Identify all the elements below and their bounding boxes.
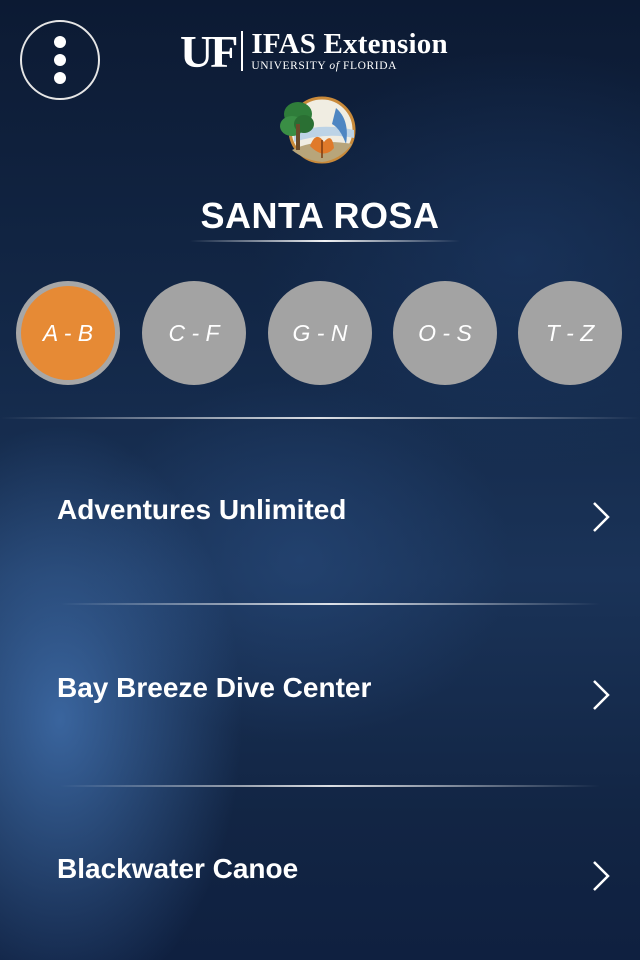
list-item-adventures-unlimited[interactable]: Adventures Unlimited — [0, 467, 640, 557]
title-underline — [190, 240, 460, 242]
brand-divider — [241, 31, 244, 71]
menu-dot-icon — [54, 72, 66, 84]
list-item-blackwater-canoe[interactable]: Blackwater Canoe — [0, 826, 640, 916]
brand-ifas-extension: IFAS Extension — [251, 28, 448, 60]
chevron-right-icon — [593, 861, 610, 891]
tab-t-z[interactable]: T - Z — [518, 281, 622, 385]
menu-button[interactable] — [20, 20, 100, 100]
list-divider — [60, 785, 600, 787]
list-item-label: Bay Breeze Dive Center — [57, 672, 372, 703]
tab-a-b[interactable]: A - B — [16, 281, 120, 385]
tab-g-n[interactable]: G - N — [268, 281, 372, 385]
nature-logo-icon — [280, 96, 356, 164]
list-item-bay-breeze-dive-center[interactable]: Bay Breeze Dive Center — [0, 645, 640, 735]
brand-uf: UF — [180, 26, 238, 77]
ifas-extension-logo: UF IFAS Extension UNIVERSITY of FLORIDA — [180, 26, 448, 77]
section-divider — [0, 417, 640, 419]
brand-university: UNIVERSITY of FLORIDA — [251, 60, 398, 72]
page-title: SANTA ROSA — [200, 195, 440, 236]
menu-dot-icon — [54, 54, 66, 66]
tab-o-s[interactable]: O - S — [393, 281, 497, 385]
list-divider — [60, 603, 600, 605]
list-item-label: Blackwater Canoe — [57, 853, 299, 884]
chevron-right-icon — [593, 502, 610, 532]
tab-c-f[interactable]: C - F — [142, 281, 246, 385]
chevron-right-icon — [593, 680, 610, 710]
list-item-label: Adventures Unlimited — [57, 494, 347, 525]
menu-dot-icon — [54, 36, 66, 48]
